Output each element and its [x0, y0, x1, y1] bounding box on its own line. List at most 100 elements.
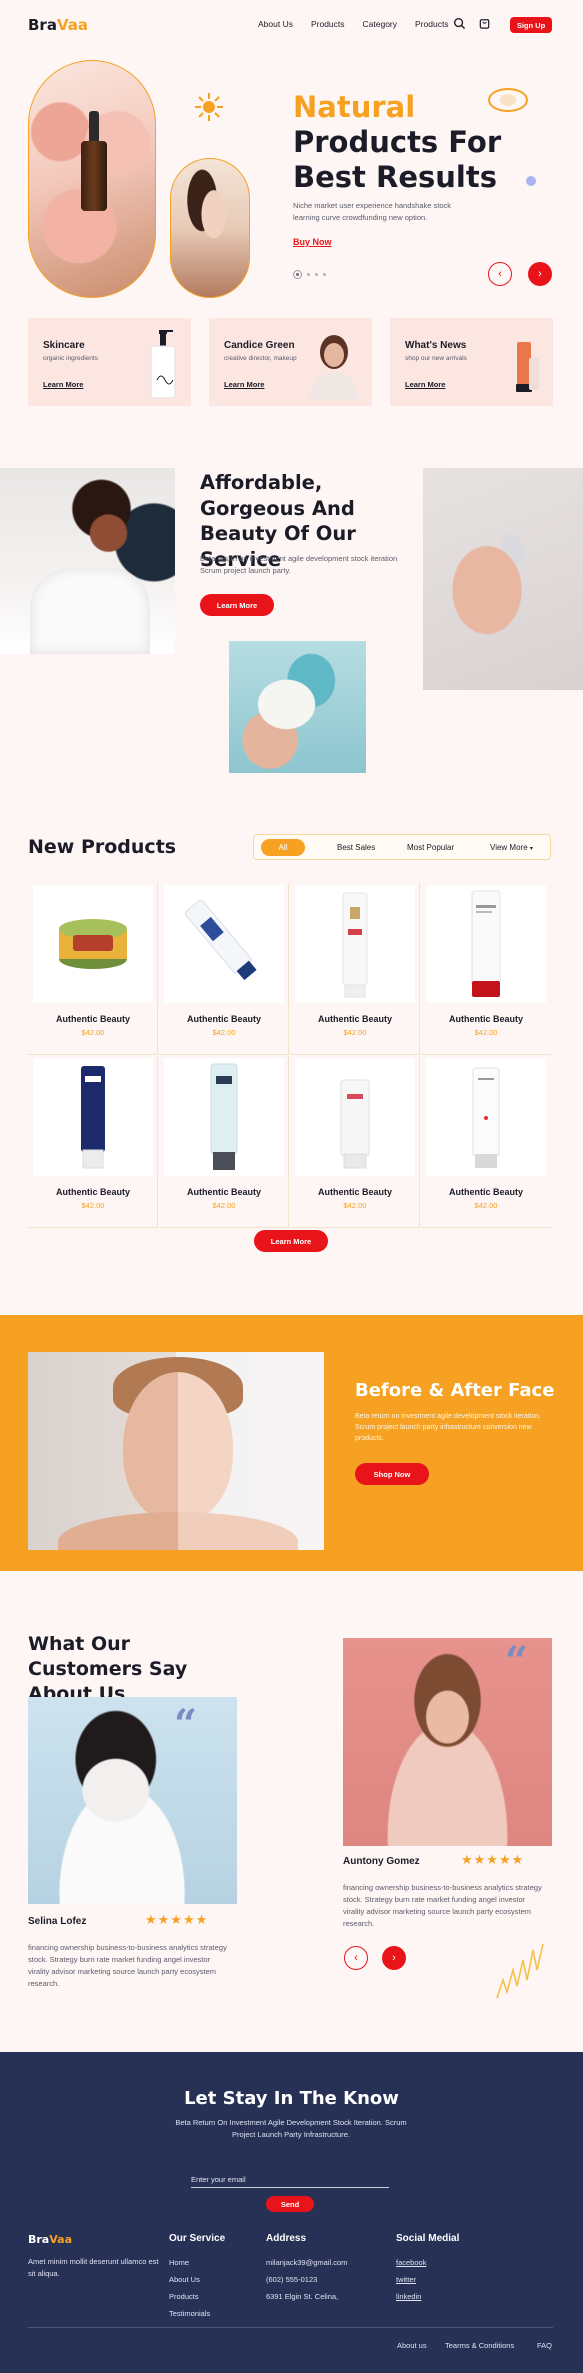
product-card[interactable]: Authentic Beauty $42.00: [28, 1056, 158, 1228]
chevron-left-icon: ‹: [354, 1952, 358, 1964]
facebook-link[interactable]: facebook: [396, 2254, 459, 2271]
product-price: $42.00: [81, 1201, 105, 1210]
product-card[interactable]: Authentic Beauty $42.00: [421, 883, 551, 1055]
nav-about-us[interactable]: About Us: [258, 19, 293, 29]
filter-most-popular-tab[interactable]: Most Popular: [407, 843, 454, 852]
newsletter-description: Beta Return On Investment Agile Developm…: [175, 2118, 407, 2139]
category-learn-more-link[interactable]: Learn More: [43, 380, 83, 389]
testimonial-text: financing ownership business-to-business…: [343, 1883, 542, 1928]
filter-all-tab[interactable]: All: [261, 839, 305, 856]
product-price: $42.00: [343, 1028, 367, 1037]
product-card[interactable]: Authentic Beauty $42.00: [290, 883, 420, 1055]
footer-email[interactable]: milanjack39@gmail.com: [266, 2254, 347, 2271]
view-more-dropdown[interactable]: View More ▾: [490, 843, 533, 852]
category-subtitle: creative director, makeup: [224, 355, 297, 362]
tube-image: [164, 885, 284, 1003]
about-facial-image: [229, 641, 366, 773]
buy-now-link[interactable]: Buy Now: [293, 237, 332, 247]
footer-service-column: Our Service Home About Us Products Testi…: [169, 2233, 225, 2322]
nav-products-2[interactable]: Products: [415, 19, 449, 29]
product-price: $42.00: [81, 1028, 105, 1037]
category-title: Candice Green: [224, 340, 295, 351]
footer-about-link[interactable]: About us: [397, 2341, 427, 2350]
product-price: $42.00: [343, 1201, 367, 1210]
footer-terms-link[interactable]: Tearms & Conditions: [445, 2341, 514, 2350]
newsletter-title: Let Stay In The Know: [184, 2088, 399, 2109]
footer-logo[interactable]: BraVaa: [28, 2233, 168, 2246]
chevron-right-icon: ›: [538, 268, 542, 280]
carousel-dot[interactable]: [315, 273, 318, 276]
products-learn-more-button[interactable]: Learn More: [254, 1230, 328, 1252]
filter-best-sales-tab[interactable]: Best Sales: [337, 843, 375, 852]
product-price: $42.00: [474, 1028, 498, 1037]
page: BraVaa About Us Products Category Produc…: [0, 0, 583, 2373]
category-learn-more-link[interactable]: Learn More: [224, 380, 264, 389]
view-more-label: View More: [490, 843, 528, 852]
footer-link-products[interactable]: Products: [169, 2288, 225, 2305]
logo-part1: Bra: [28, 2233, 50, 2246]
chevron-left-icon: ‹: [498, 268, 502, 280]
footer-link-testimonials[interactable]: Testimonials: [169, 2305, 225, 2322]
footer-faq-link[interactable]: FAQ: [537, 2341, 552, 2350]
logo-part2: Vaa: [49, 2233, 72, 2246]
product-card[interactable]: Authentic Beauty $42.00: [28, 883, 158, 1055]
shop-now-button[interactable]: Shop Now: [355, 1463, 429, 1485]
tube-image: [295, 885, 415, 1003]
tube-image: [295, 1058, 415, 1176]
product-name: Authentic Beauty: [55, 1187, 130, 1197]
testimonial-next-button[interactable]: ›: [382, 1946, 406, 1970]
carousel-dot[interactable]: [307, 273, 310, 276]
twitter-link[interactable]: twitter: [396, 2271, 459, 2288]
product-card[interactable]: Authentic Beauty $42.00: [159, 1056, 289, 1228]
footer-link-about[interactable]: About Us: [169, 2271, 225, 2288]
star-rating: ★★★★★: [461, 1852, 525, 1867]
footer-address-title: Address: [266, 2233, 307, 2244]
hero-serum-image: [28, 60, 156, 298]
main-nav: About Us Products Category Products: [258, 19, 449, 29]
product-name: Authentic Beauty: [448, 1014, 523, 1024]
header-icons: [453, 17, 491, 30]
product-card[interactable]: Authentic Beauty $42.00: [421, 1056, 551, 1228]
category-card-skincare: Skincare organic ingredients Learn More: [28, 318, 191, 406]
carousel-dot[interactable]: [323, 273, 326, 276]
about-learn-more-button[interactable]: Learn More: [200, 594, 274, 616]
category-subtitle: organic ingredients: [43, 355, 98, 362]
hero-prev-button[interactable]: ‹: [488, 262, 512, 286]
chevron-right-icon: ›: [392, 1952, 396, 1964]
before-after-description: Beta return on investment agile developm…: [355, 1413, 541, 1442]
nav-category[interactable]: Category: [363, 19, 398, 29]
footer-tagline: Amet minim mollit deserunt ullamco est s…: [28, 2257, 159, 2278]
testimonial-prev-button[interactable]: ‹: [344, 1946, 368, 1970]
cart-icon[interactable]: [478, 17, 491, 30]
category-title: What's News: [405, 340, 467, 351]
quote-icon: “: [505, 1638, 529, 1685]
hero-next-button[interactable]: ›: [528, 262, 552, 286]
footer-social-column: Social Medial facebook twitter linkedin: [396, 2233, 459, 2305]
product-name: Authentic Beauty: [186, 1187, 261, 1197]
search-icon[interactable]: [453, 17, 466, 30]
product-filter-bar: All Best Sales Most Popular View More ▾: [253, 834, 551, 860]
signup-button[interactable]: Sign Up: [510, 17, 552, 33]
sun-decoration-icon: [195, 93, 223, 121]
testimonial-name: Selina Lofez: [28, 1916, 87, 1927]
carousel-dot-active[interactable]: [293, 270, 302, 279]
before-after-image: [28, 1352, 324, 1550]
footer-phone[interactable]: (602) 555-0123: [266, 2271, 347, 2288]
footer-social-title: Social Medial: [396, 2233, 460, 2244]
email-input[interactable]: [191, 2172, 389, 2188]
brand-logo[interactable]: BraVaa: [28, 16, 88, 34]
footer-address: 6391 Elgin St. Celina,: [266, 2292, 339, 2301]
carousel-dots: [293, 270, 326, 279]
product-card[interactable]: Authentic Beauty $42.00: [290, 1056, 420, 1228]
about-description: Beta return on investment agile developm…: [200, 554, 398, 575]
product-card[interactable]: Authentic Beauty $42.00: [159, 883, 289, 1055]
footer-link-home[interactable]: Home: [169, 2254, 225, 2271]
category-learn-more-link[interactable]: Learn More: [405, 380, 445, 389]
linkedin-link[interactable]: linkedin: [396, 2288, 459, 2305]
send-button[interactable]: Send: [266, 2196, 314, 2212]
nav-products[interactable]: Products: [311, 19, 345, 29]
hero-title-line1: Natural: [293, 90, 416, 124]
testimonial-image-auntony: “: [343, 1638, 552, 1846]
quote-icon: “: [174, 1701, 198, 1748]
chevron-down-icon: ▾: [529, 846, 533, 852]
